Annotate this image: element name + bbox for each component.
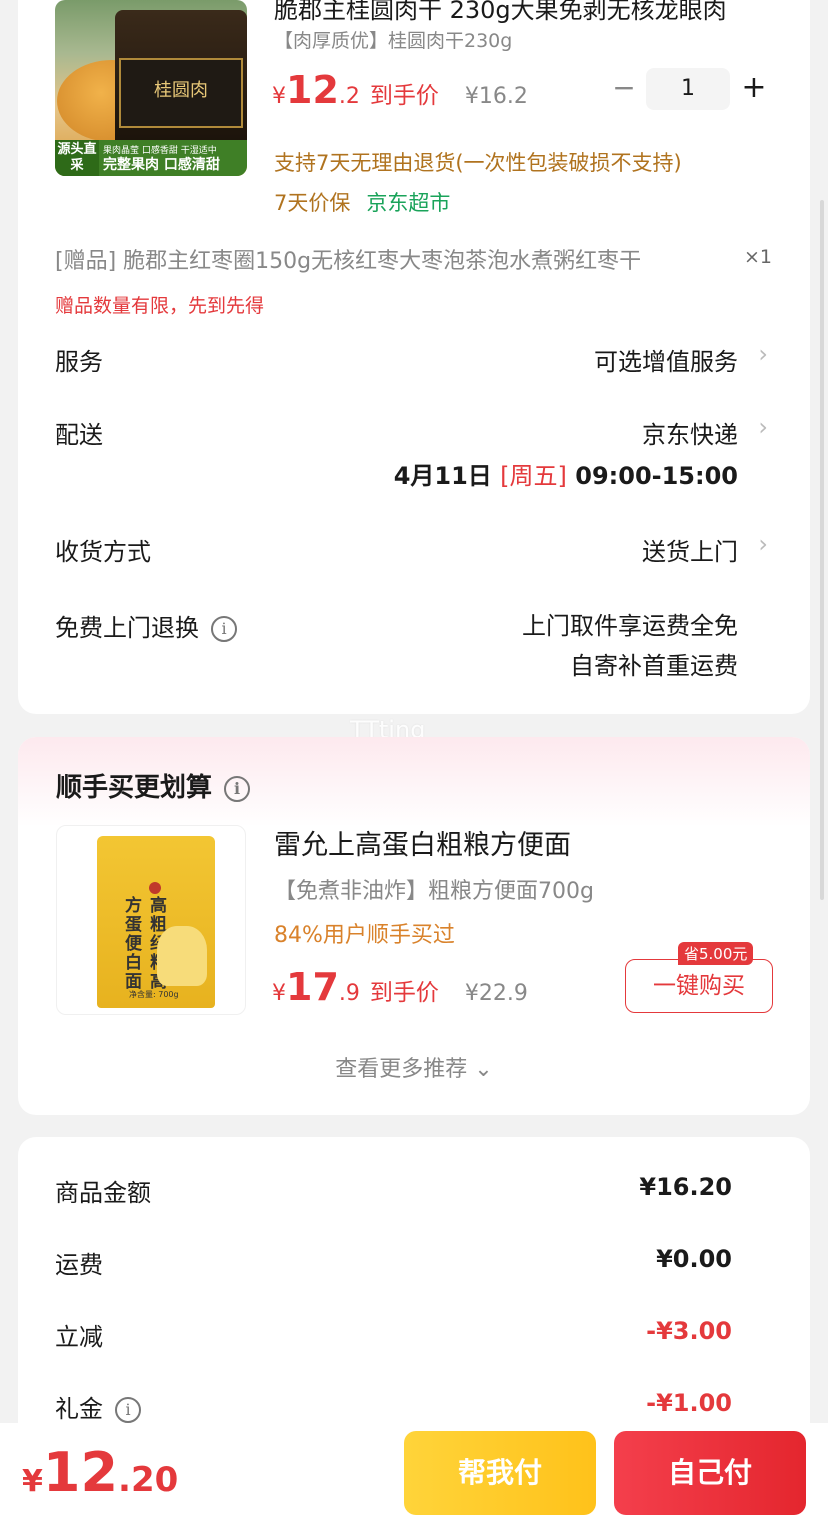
recommend-product-image[interactable]: 高粗纤粮高方蛋便白面 净含量: 700g bbox=[56, 825, 246, 1015]
save-badge: 省5.00元 bbox=[678, 942, 754, 965]
goods-amount-label: 商品金额 bbox=[55, 1179, 151, 1207]
jar-label: 桂圆肉 bbox=[119, 58, 243, 128]
recommend-title: 顺手买更划算 i bbox=[56, 767, 251, 804]
price-tag: 到手价 bbox=[369, 980, 439, 1006]
price-dec: .9 bbox=[338, 981, 360, 1006]
info-icon[interactable]: i bbox=[211, 616, 237, 642]
gift-quantity: ×1 bbox=[743, 246, 772, 268]
see-more-link[interactable]: 查看更多推荐 ⌄ bbox=[18, 1051, 810, 1083]
total-int: 12 bbox=[42, 1441, 119, 1504]
free-return-text: 免费上门退换 bbox=[55, 614, 199, 642]
scrollbar[interactable] bbox=[820, 200, 824, 900]
self-pay-button[interactable]: 自己付 bbox=[614, 1431, 806, 1515]
free-return-value-1: 上门取件享运费全免 bbox=[522, 612, 738, 640]
recommend-product-subtitle: 【免煮非油炸】粗粮方便面700g bbox=[274, 879, 594, 904]
plus-icon[interactable]: + bbox=[736, 68, 772, 110]
product-subtitle: 【肉厚质优】桂圆肉干230g bbox=[274, 30, 513, 52]
service-label: 服务 bbox=[55, 348, 103, 376]
total-yen: ¥ bbox=[22, 1464, 43, 1499]
delivery-label: 配送 bbox=[55, 421, 103, 449]
gift-card-label: 礼金 i bbox=[55, 1389, 141, 1424]
receive-method-label: 收货方式 bbox=[55, 538, 151, 566]
discount-label: 立减 bbox=[55, 1323, 103, 1351]
gift-note: 赠品数量有限，先到先得 bbox=[55, 295, 265, 317]
recommend-card: 顺手买更划算 i 高粗纤粮高方蛋便白面 净含量: 700g 雷允上高蛋白粗粮方便面… bbox=[18, 737, 810, 1115]
original-price: ¥16.2 bbox=[464, 84, 528, 109]
recommend-title-text: 顺手买更划算 bbox=[56, 773, 213, 803]
price-summary-card: 商品金额 ¥16.20 运费 ¥0.00 立减 -¥3.00 礼金 i -¥1.0… bbox=[18, 1137, 810, 1457]
bag-logo bbox=[149, 882, 161, 894]
product-image[interactable]: 桂圆肉 源头直采 果肉晶莹 口感香甜 干湿适中 完整果肉 口感清甜 bbox=[55, 0, 247, 176]
price-int: 12 bbox=[286, 68, 339, 112]
info-icon[interactable]: i bbox=[224, 775, 251, 802]
price-tag: 到手价 bbox=[369, 83, 439, 109]
chevron-right-icon[interactable]: › bbox=[758, 340, 768, 368]
product-title[interactable]: 脆郡主桂圆肉干 230g大果免剥无核龙眼肉 bbox=[274, 0, 794, 25]
return-policy: 支持7天无理由退货(一次性包装破损不支持) bbox=[274, 151, 682, 175]
delivery-weekday: [周五] bbox=[500, 462, 567, 490]
recommend-buyers: 84%用户顺手买过 bbox=[274, 923, 455, 948]
image-strip-main: 完整果肉 口感清甜 bbox=[103, 157, 220, 173]
image-strip-left: 源头直采 bbox=[55, 140, 99, 176]
delivery-time: 09:00-15:00 bbox=[575, 462, 738, 490]
order-product-card: 桂圆肉 源头直采 果肉晶莹 口感香甜 干湿适中 完整果肉 口感清甜 脆郡主桂圆肉… bbox=[18, 0, 810, 714]
delivery-value[interactable]: 京东快递 bbox=[642, 415, 738, 450]
total-dec: .20 bbox=[118, 1460, 179, 1500]
store-tag: 京东超市 bbox=[366, 191, 451, 215]
one-click-buy-button[interactable]: 一键购买 bbox=[625, 959, 773, 1013]
info-icon[interactable]: i bbox=[115, 1397, 141, 1423]
delivery-date-day: 4月11日 bbox=[393, 462, 492, 490]
minus-icon[interactable]: − bbox=[606, 68, 642, 110]
original-price: ¥22.9 bbox=[464, 981, 528, 1006]
product-price: ¥12.2 到手价 ¥16.2 bbox=[272, 68, 528, 112]
checkout-bar: ¥12.20 帮我付 自己付 bbox=[0, 1423, 828, 1529]
price-protect-tag: 7天价保 bbox=[274, 191, 351, 215]
free-return-label: 免费上门退换 i bbox=[55, 608, 237, 643]
price-yen: ¥ bbox=[272, 84, 286, 109]
noodle-graphic bbox=[157, 926, 207, 986]
free-return-value-2: 自寄补首重运费 bbox=[570, 652, 738, 680]
help-me-pay-button[interactable]: 帮我付 bbox=[404, 1431, 596, 1515]
receive-method-value[interactable]: 送货上门 bbox=[642, 532, 738, 567]
chevron-right-icon[interactable]: › bbox=[758, 530, 768, 558]
recommend-price: ¥17.9 到手价 ¥22.9 bbox=[272, 965, 528, 1009]
price-dec: .2 bbox=[338, 84, 360, 109]
product-tags: 7天价保 京东超市 bbox=[274, 187, 450, 217]
total-price: ¥12.20 bbox=[22, 1441, 178, 1504]
shipping-label: 运费 bbox=[55, 1251, 103, 1279]
gift-card-text: 礼金 bbox=[55, 1395, 103, 1423]
recommend-product-title[interactable]: 雷允上高蛋白粗粮方便面 bbox=[274, 823, 571, 862]
gift-card-value: -¥1.00 bbox=[646, 1389, 732, 1417]
noodle-bag-graphic: 高粗纤粮高方蛋便白面 净含量: 700g bbox=[97, 836, 215, 1008]
price-yen: ¥ bbox=[272, 981, 286, 1006]
chevron-right-icon[interactable]: › bbox=[758, 413, 768, 441]
price-int: 17 bbox=[286, 965, 339, 1009]
quantity-input[interactable]: 1 bbox=[646, 68, 730, 110]
service-value[interactable]: 可选增值服务 bbox=[594, 342, 738, 377]
bag-small-label: 净含量: 700g bbox=[129, 990, 179, 999]
discount-value: -¥3.00 bbox=[646, 1317, 732, 1345]
goods-amount-value: ¥16.20 bbox=[639, 1173, 732, 1201]
gift-item[interactable]: [赠品] 脆郡主红枣圈150g无核红枣大枣泡茶泡水煮粥红枣干 bbox=[55, 243, 715, 275]
shipping-value: ¥0.00 bbox=[656, 1245, 732, 1273]
delivery-date[interactable]: 4月11日 [周五] 09:00-15:00 bbox=[394, 456, 738, 491]
